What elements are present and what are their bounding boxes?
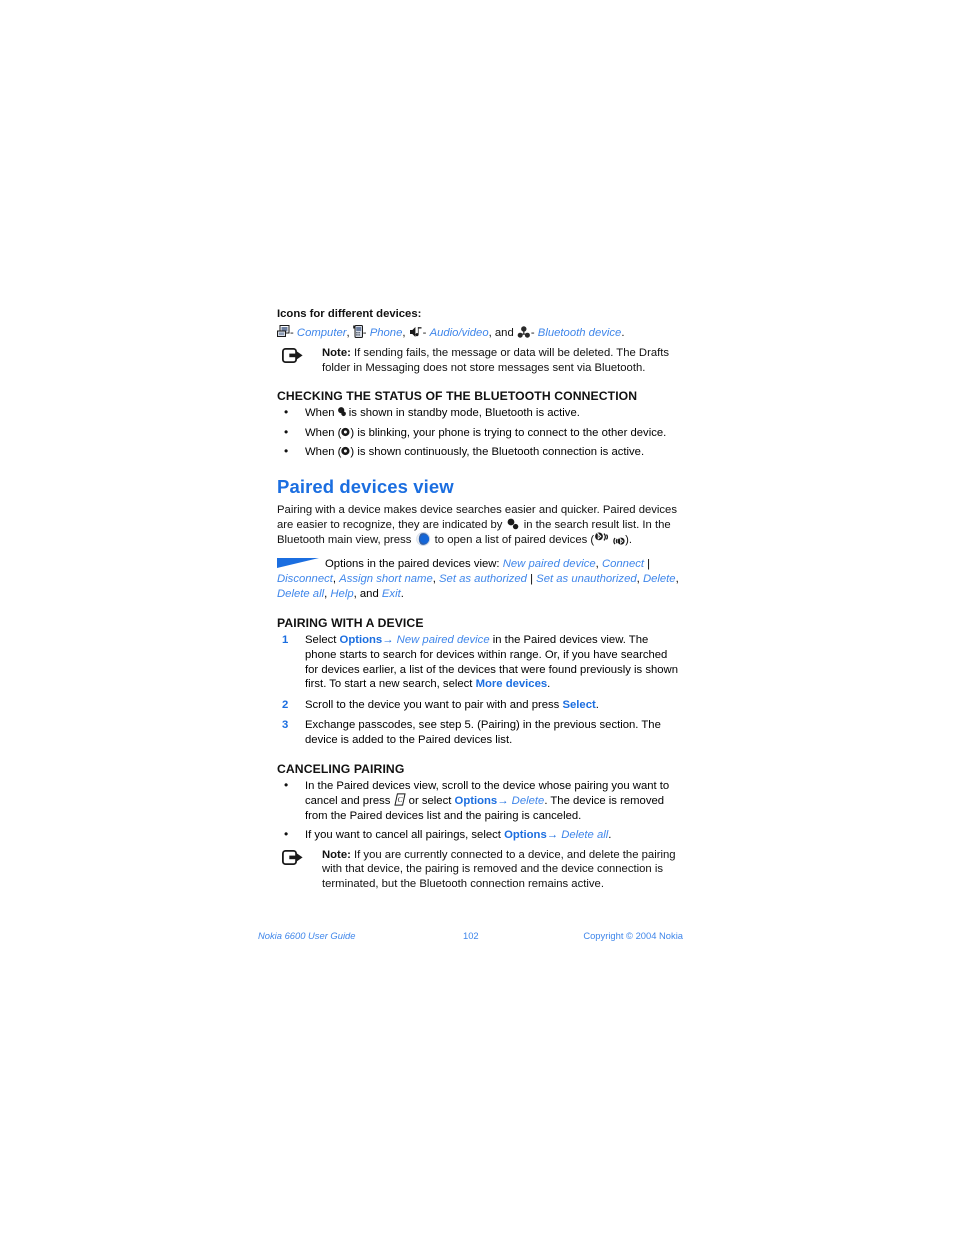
audio-video-label: Audio/video — [429, 327, 489, 339]
tip-wedge-icon — [277, 557, 319, 568]
page-title: Paired devices view — [277, 475, 454, 497]
arrow-right-icon: → — [382, 634, 394, 647]
options-menu-button[interactable]: Options — [455, 795, 498, 807]
paired-device-indicator-icon — [506, 518, 521, 530]
audio-video-icon — [409, 326, 423, 338]
tip-comma-5: , — [675, 572, 679, 585]
note-1-label: Note: — [322, 347, 351, 359]
navi-key-icon — [415, 532, 432, 547]
note-1-body: If sending fails, the message or data wi… — [322, 347, 670, 374]
paired-devices-intro-paragraph: Pairing with a device makes device searc… — [277, 503, 681, 548]
paired-para-1d: ). — [625, 534, 633, 547]
icons-dash-1: - — [290, 327, 294, 339]
arrow-right-icon: → — [497, 795, 509, 808]
status-bullet-1-pre: When — [305, 407, 338, 420]
phone-icon — [352, 325, 363, 338]
list-item: In the Paired devices view, scroll to th… — [277, 778, 681, 824]
step-2-t3: . — [595, 698, 599, 711]
paired-para-1c: to open a list of paired devices ( — [431, 534, 595, 547]
list-item: When ( ) is blinking, your phone is tryin… — [277, 425, 681, 441]
icons-comma-1: , — [346, 327, 350, 339]
bluetooth-device-label: Bluetooth device — [537, 327, 622, 339]
footer-page-number: 102 — [463, 930, 479, 941]
note-icon — [281, 849, 303, 865]
icons-dash-3: - — [422, 327, 427, 339]
options-tip-intro: Options in the paired devices view: — [325, 557, 503, 570]
list-item: When ( ) is shown continuously, the Bluet… — [277, 444, 681, 460]
more-devices-button[interactable]: More devices — [476, 678, 548, 690]
cancel-bullet-2-t1: If you want to cancel all pairings, sele… — [305, 829, 505, 842]
menu-item-delete-all[interactable]: Delete all — [561, 829, 608, 841]
option-delete-all[interactable]: Delete all — [277, 588, 324, 600]
icons-and: , and — [488, 327, 514, 339]
note-2-body: If you are currently connected to a devi… — [322, 848, 676, 891]
canceling-bullet-list: In the Paired devices view, scroll to th… — [277, 778, 681, 843]
options-menu-button[interactable]: Options — [340, 634, 383, 646]
options-tip-block: Options in the paired devices view: New … — [277, 557, 681, 603]
status-bullet-1-post: is shown in standby mode, Bluetooth is a… — [345, 407, 580, 420]
option-help[interactable]: Help — [330, 588, 353, 600]
page-content: Icons for different devices: - Computer,… — [277, 308, 681, 892]
icons-dash-4: - — [530, 327, 535, 339]
option-delete[interactable]: Delete — [643, 573, 676, 585]
pairing-steps-list: Select Options→ New paired device in the… — [277, 633, 681, 747]
list-item: Exchange passcodes, see step 5. (Pairing… — [277, 718, 681, 747]
phone-label: Phone — [369, 327, 403, 339]
list-item: If you want to cancel all pairings, sele… — [277, 827, 681, 843]
tip-pipe-1: | — [644, 557, 651, 570]
status-bullet-2-pre: When ( — [305, 426, 342, 439]
note-block-2: Note: If you are currently connected to … — [277, 848, 681, 892]
note-1-text: Note: If sending fails, the message or d… — [322, 346, 681, 375]
bluetooth-standby-icon — [337, 406, 346, 417]
step-1-t1: Select — [305, 634, 340, 647]
bluetooth-device-icon — [517, 326, 531, 338]
icons-lead-in: Icons for different devices: — [277, 308, 422, 320]
list-item: Scroll to the device you want to pair wi… — [277, 698, 681, 713]
footer-copyright: Copyright © 2004 Nokia — [583, 930, 683, 941]
heading-canceling-pairing: CANCELING PAIRING — [277, 761, 405, 776]
menu-item-new-paired-device[interactable]: New paired device — [397, 634, 490, 646]
computer-label: Computer — [296, 327, 347, 339]
note-block-1: Note: If sending fails, the message or d… — [277, 346, 681, 375]
heading-checking-status: CHECKING THE STATUS OF THE BLUETOOTH CON… — [277, 389, 638, 404]
clear-key-icon: C — [393, 793, 406, 806]
icons-dash-2: - — [362, 327, 367, 339]
tip-pipe-2: | — [526, 572, 537, 585]
options-menu-button[interactable]: Options — [504, 829, 547, 841]
heading-pairing-with-a-device: PAIRING WITH A DEVICE — [277, 616, 424, 631]
cancel-bullet-2-t3: . — [608, 829, 612, 842]
icons-comma-2: , — [402, 327, 406, 339]
tip-and: , and — [353, 588, 382, 601]
note-2-label: Note: — [322, 848, 351, 861]
status-bullet-2-post: ) is blinking, your phone is trying to c… — [350, 426, 667, 439]
computer-icon — [277, 325, 290, 338]
arrow-right-icon: → — [546, 829, 559, 842]
step-1-t3: . — [547, 678, 551, 691]
menu-item-delete[interactable]: Delete — [512, 795, 545, 807]
step-2-t1: Scroll to the device you want to pair wi… — [305, 698, 563, 711]
cancel-bullet-1-t2: or select — [405, 795, 455, 808]
icons-period: . — [621, 327, 625, 339]
option-set-as-authorized[interactable]: Set as authorized — [439, 573, 527, 585]
select-button[interactable]: Select — [562, 699, 595, 711]
step-3-t1: Exchange passcodes, see step 5. (Pairing… — [305, 719, 661, 746]
list-item: Select Options→ New paired device in the… — [277, 633, 681, 691]
option-disconnect[interactable]: Disconnect — [277, 573, 333, 585]
footer-document-title: Nokia 6600 User Guide — [258, 930, 356, 941]
tip-period: . — [400, 588, 404, 601]
list-item: When is shown in standby mode, Bluetooth… — [277, 405, 681, 421]
option-exit[interactable]: Exit — [382, 588, 401, 600]
note-icon — [281, 347, 303, 363]
note-2-text: Note: If you are currently connected to … — [322, 848, 681, 892]
option-connect[interactable]: Connect — [602, 558, 644, 570]
option-assign-short-name[interactable]: Assign short name — [339, 573, 433, 585]
paired-devices-list-icon — [594, 532, 625, 546]
device-icons-row: - Computer, - Phone, - Audio/video, and — [277, 325, 681, 342]
status-bullet-3-pre: When ( — [305, 446, 342, 459]
status-bullet-3-post: ) is shown continuously, the Bluetooth c… — [350, 446, 645, 459]
svg-text:C: C — [397, 795, 403, 804]
option-set-as-unauthorized[interactable]: Set as unauthorized — [536, 573, 637, 585]
status-bullet-list: When is shown in standby mode, Bluetooth… — [277, 405, 681, 460]
option-new-paired-device[interactable]: New paired device — [503, 558, 596, 570]
